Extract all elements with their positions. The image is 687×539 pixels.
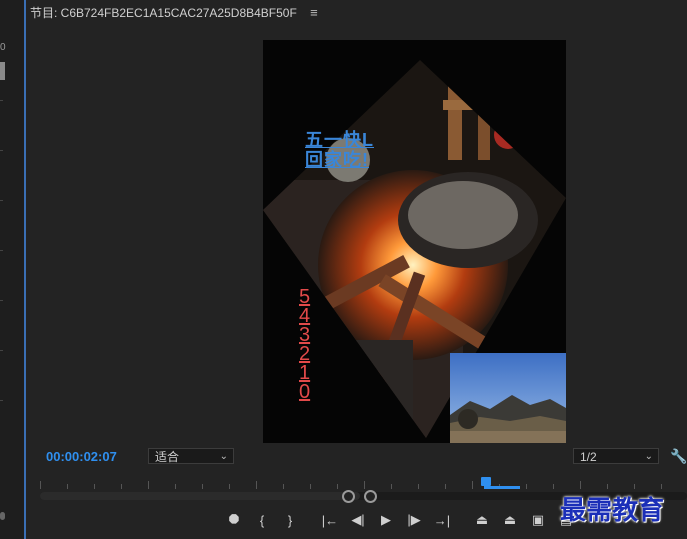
tick — [0, 300, 3, 301]
tick — [0, 400, 3, 401]
time-ruler[interactable] — [40, 472, 687, 492]
left-panel-strip: 0 — [0, 0, 26, 539]
step-forward-icon[interactable]: |▶ — [400, 510, 428, 530]
countdown-numbers: 5 4 3 2 1 0 — [299, 287, 311, 403]
ruler-tick — [175, 484, 176, 489]
headline-line-1: 五一快L — [305, 130, 374, 150]
mark-out-icon[interactable]: } — [276, 510, 304, 530]
resolution-value: 1/2 — [580, 450, 597, 464]
playhead-range — [484, 486, 520, 489]
extract-icon[interactable]: ⏏ — [496, 510, 524, 530]
lift-icon[interactable]: ⏏ — [468, 510, 496, 530]
track-marker[interactable] — [0, 62, 5, 80]
ruler-tick — [661, 484, 662, 489]
add-marker-icon[interactable]: ⯃ — [220, 510, 248, 530]
landscape-photo — [450, 353, 566, 443]
zoom-level-value: 适合 — [155, 450, 180, 464]
hamburger-menu-icon[interactable]: ≡ — [310, 5, 318, 20]
play-icon[interactable]: ▶ — [372, 510, 400, 530]
ruler-tick — [229, 484, 230, 489]
go-to-in-icon[interactable]: |← — [316, 510, 344, 530]
ruler-tick — [391, 484, 392, 489]
ruler-tick — [472, 481, 473, 489]
playhead-handle[interactable] — [481, 477, 491, 486]
ruler-tick — [67, 484, 68, 489]
ruler-tick — [121, 484, 122, 489]
program-monitor-title: 节目: C6B724FB2EC1A15CAC27A25D8B4BF50F ≡ — [30, 0, 318, 26]
step-back-icon[interactable]: ◀| — [344, 510, 372, 530]
transport-controls: ⯃ { } |← ◀| ▶ |▶ →| ⏏ ⏏ ▣ ▤ — [220, 510, 580, 530]
scroll-handle[interactable] — [0, 512, 5, 520]
scrollbar-thumb[interactable] — [40, 492, 360, 500]
countdown-digit: 0 — [299, 381, 311, 403]
ruler-tick — [310, 484, 311, 489]
ruler-tick — [418, 484, 419, 489]
scrollbar-right-knob[interactable] — [364, 490, 377, 503]
tick — [0, 350, 3, 351]
ruler-tick — [580, 481, 581, 489]
wrench-icon[interactable]: 🔧 — [670, 448, 687, 465]
ruler-tick — [337, 484, 338, 489]
zoom-level-select[interactable]: 适合 ⌄ — [148, 448, 234, 464]
panel-number: 0 — [0, 42, 6, 53]
chevron-down-icon: ⌄ — [644, 451, 653, 462]
ruler-tick — [40, 481, 41, 489]
program-monitor-viewer[interactable]: 五一快L 回家吃! 5 4 3 2 1 0 — [263, 40, 566, 443]
program-title-text: 节目: C6B724FB2EC1A15CAC27A25D8B4BF50F — [30, 6, 297, 20]
ruler-tick — [148, 481, 149, 489]
ruler-tick — [94, 484, 95, 489]
tick — [0, 200, 3, 201]
ruler-tick — [607, 484, 608, 489]
tick — [0, 100, 3, 101]
headline-title: 五一快L 回家吃! — [305, 130, 374, 170]
chevron-down-icon: ⌄ — [219, 451, 228, 462]
ruler-tick — [445, 484, 446, 489]
tick — [0, 250, 3, 251]
ruler-tick — [364, 481, 365, 489]
tick — [0, 150, 3, 151]
headline-line-2: 回家吃! — [305, 150, 369, 170]
playhead-timecode[interactable]: 00:00:02:07 — [46, 449, 117, 464]
go-to-out-icon[interactable]: →| — [428, 510, 456, 530]
export-frame-icon[interactable]: ▣ — [524, 510, 552, 530]
ruler-tick — [553, 484, 554, 489]
ruler-tick — [202, 484, 203, 489]
ruler-tick — [526, 484, 527, 489]
ruler-tick — [256, 481, 257, 489]
scrollbar-left-knob[interactable] — [342, 490, 355, 503]
watermark-logo: 最需教育 — [560, 495, 665, 525]
mark-in-icon[interactable]: { — [248, 510, 276, 530]
playback-resolution-select[interactable]: 1/2 ⌄ — [573, 448, 659, 464]
ruler-tick — [283, 484, 284, 489]
ruler-tick — [634, 484, 635, 489]
